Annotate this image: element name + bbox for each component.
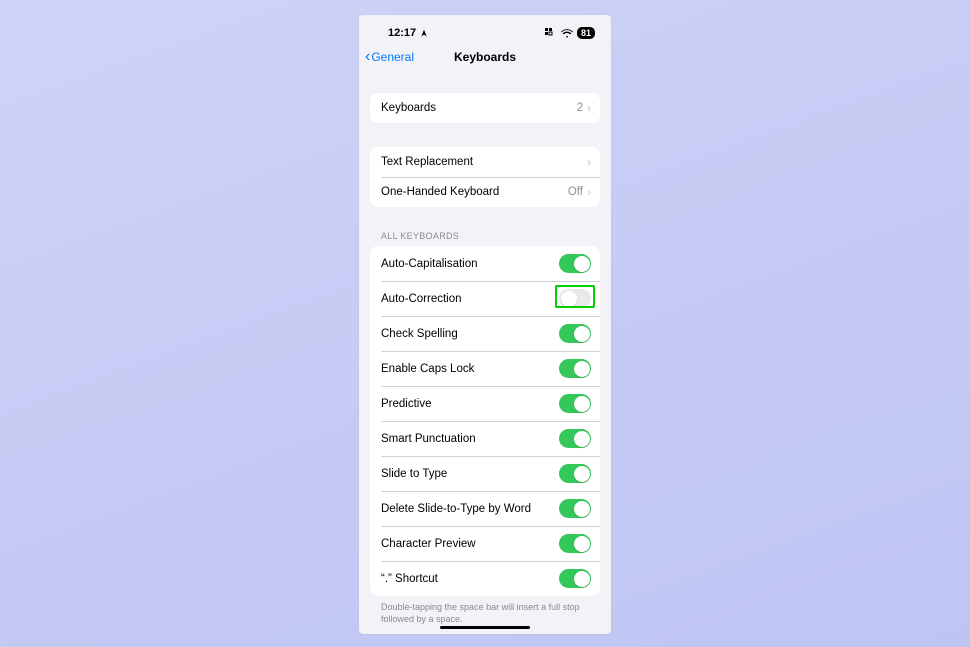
nav-bar: ‹ General Keyboards [359,45,611,69]
row-auto-cap: Auto-Capitalisation [370,246,600,281]
toggle-knob [561,291,577,307]
toggle-knob [574,256,590,272]
row-label: Smart Punctuation [381,433,476,445]
toggle-knob [574,396,590,412]
chevron-right-icon: › [587,156,591,168]
footer-note: Double-tapping the space bar will insert… [370,596,600,625]
grid-indicator-icon [545,28,557,38]
row-smart-punct: Smart Punctuation [370,421,600,456]
row-label: Character Preview [381,538,476,550]
row-label: Slide to Type [381,468,447,480]
row-label: Text Replacement [381,156,473,168]
toggle-knob [574,536,590,552]
row-del-slide: Delete Slide-to-Type by Word [370,491,600,526]
toggle-dot-shortcut[interactable] [559,569,591,588]
toggle-caps-lock[interactable] [559,359,591,378]
toggle-char-preview[interactable] [559,534,591,553]
toggle-predictive[interactable] [559,394,591,413]
toggle-smart-punct[interactable] [559,429,591,448]
toggle-auto-cap[interactable] [559,254,591,273]
toggle-del-slide[interactable] [559,499,591,518]
row-label: Enable Caps Lock [381,363,474,375]
wifi-icon [561,29,573,38]
row-label: Check Spelling [381,328,458,340]
row-label: One-Handed Keyboard [381,186,499,198]
row-label: “.” Shortcut [381,573,438,585]
status-right: 81 [545,27,595,39]
toggle-knob [574,571,590,587]
row-check-spell: Check Spelling [370,316,600,351]
status-bar: 12:17 81 [359,15,611,45]
row-label: Predictive [381,398,432,410]
group-text-options: Text Replacement › One-Handed Keyboard O… [370,147,600,207]
home-indicator[interactable] [440,626,530,629]
page-title: Keyboards [454,50,516,64]
row-one-handed-keyboard[interactable]: One-Handed Keyboard Off › [370,177,600,207]
row-caps-lock: Enable Caps Lock [370,351,600,386]
chevron-right-icon: › [587,186,591,198]
toggle-knob [574,431,590,447]
toggle-knob [574,501,590,517]
location-icon [420,29,428,37]
toggle-knob [574,466,590,482]
row-label: Delete Slide-to-Type by Word [381,503,531,515]
row-value: 2 [577,102,583,114]
toggle-check-spell[interactable] [559,324,591,343]
back-label: General [371,50,414,64]
battery-level: 81 [581,28,591,38]
chevron-right-icon: › [587,102,591,114]
back-button[interactable]: ‹ General [365,49,414,65]
phone-frame: 12:17 81 ‹ General Keyboards Keyboards 2… [359,15,611,634]
toggle-knob [574,326,590,342]
row-text-replacement[interactable]: Text Replacement › [370,147,600,177]
toggle-slide-type[interactable] [559,464,591,483]
toggle-auto-correct[interactable] [559,289,591,308]
row-dot-shortcut: “.” Shortcut [370,561,600,596]
row-label: Keyboards [381,102,436,114]
toggle-knob [574,361,590,377]
group-all-keyboards: Auto-Capitalisation Auto-Correction Check … [370,246,600,596]
row-label: Auto-Capitalisation [381,258,478,270]
section-header-all-keyboards: ALL KEYBOARDS [370,231,600,246]
content: Keyboards 2 › Text Replacement › One-Han… [359,93,611,625]
row-predictive: Predictive [370,386,600,421]
row-keyboards[interactable]: Keyboards 2 › [370,93,600,123]
status-left: 12:17 [388,27,428,39]
status-time: 12:17 [388,27,416,39]
row-char-preview: Character Preview [370,526,600,561]
row-slide-type: Slide to Type [370,456,600,491]
battery-badge: 81 [577,27,595,39]
row-auto-correct: Auto-Correction [370,281,600,316]
chevron-left-icon: ‹ [365,49,370,65]
group-keyboards: Keyboards 2 › [370,93,600,123]
row-label: Auto-Correction [381,293,462,305]
row-value: Off [568,186,583,198]
